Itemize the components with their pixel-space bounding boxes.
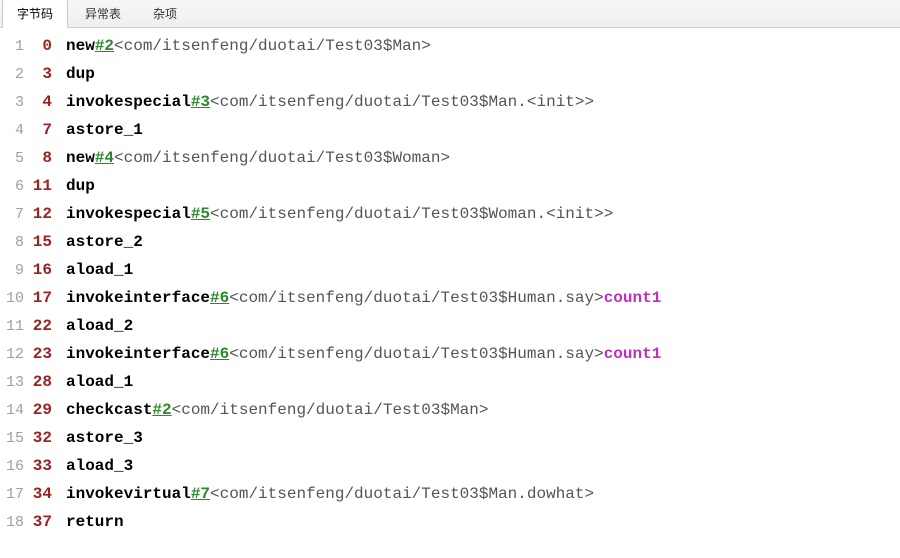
bytecode-offset: 12 <box>30 200 58 228</box>
opcode: return <box>66 508 124 536</box>
count-keyword: count <box>604 284 652 312</box>
code-line: 611 dup <box>0 172 900 200</box>
opcode: checkcast <box>66 396 152 424</box>
code-line: 1532 astore_3 <box>0 424 900 452</box>
constant-pool-ref[interactable]: #5 <box>191 200 210 228</box>
bytecode-offset: 11 <box>30 172 58 200</box>
ref-description: <com/itsenfeng/duotai/Test03$Man> <box>172 396 489 424</box>
opcode: astore_3 <box>66 424 143 452</box>
code-line: 1429 checkcast #2 <com/itsenfeng/duotai/T… <box>0 396 900 424</box>
bytecode-offset: 28 <box>30 368 58 396</box>
line-number: 5 <box>0 145 30 173</box>
ref-description: <com/itsenfeng/duotai/Test03$Human.say> <box>229 340 603 368</box>
opcode: aload_1 <box>66 368 133 396</box>
bytecode-offset: 17 <box>30 284 58 312</box>
code-line: 1837 return <box>0 508 900 536</box>
bytecode-offset: 15 <box>30 228 58 256</box>
line-number: 7 <box>0 201 30 229</box>
opcode: aload_3 <box>66 452 133 480</box>
code-line: 10 new #2 <com/itsenfeng/duotai/Test03$Ma… <box>0 32 900 60</box>
opcode: new <box>66 32 95 60</box>
opcode: aload_2 <box>66 312 133 340</box>
opcode: dup <box>66 60 95 88</box>
code-line: 1734 invokevirtual #7 <com/itsenfeng/duot… <box>0 480 900 508</box>
code-line: 1017 invokeinterface #6 <com/itsenfeng/du… <box>0 284 900 312</box>
count-value: 1 <box>652 284 662 312</box>
opcode: new <box>66 144 95 172</box>
tab-bytecode[interactable]: 字节码 <box>2 0 68 28</box>
code-line: 34 invokespecial #3 <com/itsenfeng/duotai… <box>0 88 900 116</box>
ref-description: <com/itsenfeng/duotai/Test03$Man.<init>> <box>210 88 594 116</box>
bytecode-offset: 37 <box>30 508 58 536</box>
line-number: 3 <box>0 89 30 117</box>
bytecode-offset: 32 <box>30 424 58 452</box>
line-number: 16 <box>0 453 30 481</box>
constant-pool-ref[interactable]: #6 <box>210 284 229 312</box>
bytecode-offset: 8 <box>30 144 58 172</box>
tab-misc[interactable]: 杂项 <box>138 0 192 28</box>
constant-pool-ref[interactable]: #2 <box>95 32 114 60</box>
count-value: 1 <box>652 340 662 368</box>
opcode: invokeinterface <box>66 340 210 368</box>
ref-description: <com/itsenfeng/duotai/Test03$Woman.<init… <box>210 200 613 228</box>
bytecode-offset: 4 <box>30 88 58 116</box>
bytecode-offset: 29 <box>30 396 58 424</box>
line-number: 12 <box>0 341 30 369</box>
line-number: 15 <box>0 425 30 453</box>
line-number: 13 <box>0 369 30 397</box>
opcode: astore_2 <box>66 228 143 256</box>
line-number: 6 <box>0 173 30 201</box>
code-line: 916 aload_1 <box>0 256 900 284</box>
constant-pool-ref[interactable]: #3 <box>191 88 210 116</box>
opcode: dup <box>66 172 95 200</box>
code-line: 23 dup <box>0 60 900 88</box>
constant-pool-ref[interactable]: #6 <box>210 340 229 368</box>
line-number: 9 <box>0 257 30 285</box>
ref-description: <com/itsenfeng/duotai/Test03$Woman> <box>114 144 450 172</box>
line-number: 1 <box>0 33 30 61</box>
code-line: 1633 aload_3 <box>0 452 900 480</box>
opcode: astore_1 <box>66 116 143 144</box>
bytecode-listing: 10new #2 <com/itsenfeng/duotai/Test03$Ma… <box>0 28 900 536</box>
opcode: invokevirtual <box>66 480 191 508</box>
opcode: invokeinterface <box>66 284 210 312</box>
line-number: 8 <box>0 229 30 257</box>
code-line: 712 invokespecial #5 <com/itsenfeng/duota… <box>0 200 900 228</box>
opcode: aload_1 <box>66 256 133 284</box>
opcode: invokespecial <box>66 88 191 116</box>
bytecode-offset: 7 <box>30 116 58 144</box>
code-line: 1223 invokeinterface #6 <com/itsenfeng/du… <box>0 340 900 368</box>
line-number: 11 <box>0 313 30 341</box>
ref-description: <com/itsenfeng/duotai/Test03$Human.say> <box>229 284 603 312</box>
bytecode-offset: 16 <box>30 256 58 284</box>
line-number: 17 <box>0 481 30 509</box>
line-number: 2 <box>0 61 30 89</box>
constant-pool-ref[interactable]: #4 <box>95 144 114 172</box>
line-number: 18 <box>0 509 30 537</box>
count-keyword: count <box>604 340 652 368</box>
line-number: 4 <box>0 117 30 145</box>
line-number: 14 <box>0 397 30 425</box>
opcode: invokespecial <box>66 200 191 228</box>
constant-pool-ref[interactable]: #7 <box>191 480 210 508</box>
constant-pool-ref[interactable]: #2 <box>152 396 171 424</box>
code-line: 1328 aload_1 <box>0 368 900 396</box>
bytecode-offset: 34 <box>30 480 58 508</box>
bytecode-offset: 3 <box>30 60 58 88</box>
code-line: 1122 aload_2 <box>0 312 900 340</box>
bytecode-offset: 22 <box>30 312 58 340</box>
line-number: 10 <box>0 285 30 313</box>
code-line: 47 astore_1 <box>0 116 900 144</box>
tab-exception-table[interactable]: 异常表 <box>70 0 136 28</box>
ref-description: <com/itsenfeng/duotai/Test03$Man.dowhat> <box>210 480 594 508</box>
ref-description: <com/itsenfeng/duotai/Test03$Man> <box>114 32 431 60</box>
bytecode-offset: 23 <box>30 340 58 368</box>
bytecode-offset: 0 <box>30 32 58 60</box>
tabbar: 字节码 异常表 杂项 <box>0 0 900 28</box>
bytecode-offset: 33 <box>30 452 58 480</box>
code-line: 58 new #4 <com/itsenfeng/duotai/Test03$Wo… <box>0 144 900 172</box>
code-line: 815 astore_2 <box>0 228 900 256</box>
